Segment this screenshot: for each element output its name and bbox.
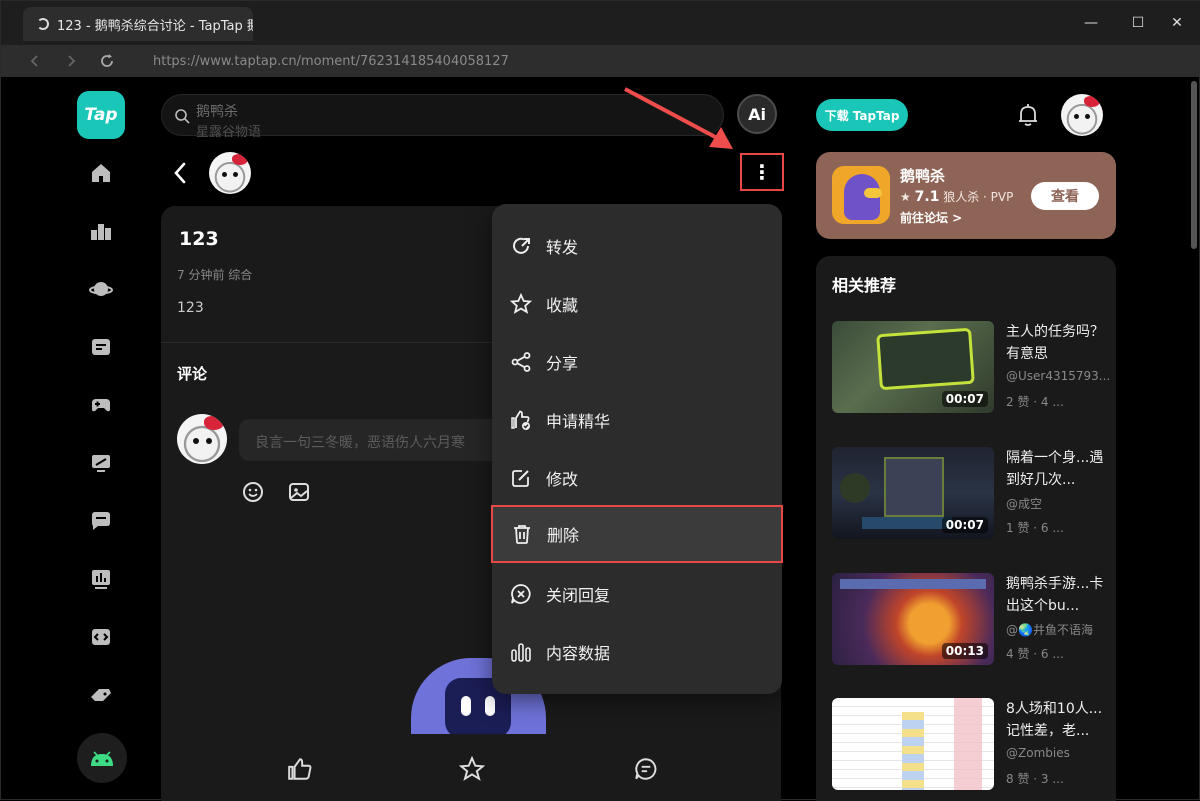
share-icon [511,352,531,372]
author-avatar[interactable] [209,152,251,194]
forward-nav-button[interactable] [53,45,89,77]
search-placeholder: 鹅鸭杀 [196,104,238,120]
reload-button[interactable] [89,45,125,77]
video-thumbnail: 00:07 [832,447,994,539]
back-arrow-icon[interactable] [169,159,193,187]
thumb-badge-icon [511,410,530,430]
taptap-logo[interactable]: Tap [77,91,125,139]
post-title: 123 [179,228,219,250]
more-options-menu: 转发 收藏 分享 申请精华 修改 删除 关闭回复 内容数据 [491,204,783,694]
list-item[interactable]: 8人场和10人...记性差，老... @Zombies 8 赞 · 3 ... [832,698,1112,790]
ai-assistant-button[interactable]: Ai [737,94,777,134]
post-body: 123 [177,300,204,316]
close-button[interactable]: ✕ [1154,1,1200,45]
url-field[interactable]: https://www.taptap.cn/moment/76231418540… [153,54,509,69]
download-taptap-button[interactable]: 下载 TapTap [816,99,908,131]
reload-icon [101,54,113,67]
comment-bubble-icon[interactable] [633,756,659,782]
bell-icon[interactable] [1017,103,1039,127]
bar-chart-icon [511,643,531,662]
recommendations-panel: 相关推荐 00:07 主人的任务吗？有意思 @User4315793... 2 … [816,256,1116,801]
profile-avatar[interactable] [1061,94,1103,136]
more-options-button[interactable]: ⋮ [740,153,784,191]
post-meta: 7 分钟前 综合 [177,268,253,282]
page-scrollbar[interactable] [1191,81,1197,249]
chat-icon[interactable] [89,509,113,533]
game-name: 鹅鸭杀 [900,167,946,185]
annotation-arrow-icon [624,87,733,149]
menu-item-apply-featured[interactable]: 申请精华 [492,391,782,449]
game-icon [832,166,890,224]
recommendations-title: 相关推荐 [832,276,897,295]
search-icon [175,109,190,124]
search-suggestion: 星露谷物语 [196,125,262,140]
menu-item-repost[interactable]: 转发 [492,217,782,275]
close-reply-icon [511,584,531,604]
android-download-button[interactable] [77,733,127,783]
chart-icon[interactable] [89,567,113,591]
android-icon [91,751,113,766]
forum-link[interactable]: 前往论坛 > [900,209,962,226]
menu-item-close-replies[interactable]: 关闭回复 [492,565,782,623]
like-icon[interactable] [287,756,313,782]
menu-item-edit[interactable]: 修改 [492,449,782,507]
action-bar [161,734,781,801]
list-item[interactable]: 00:13 鹅鸭杀手游...卡出这个bu... @🌏井鱼不语海 4 赞 · 6 … [832,573,1112,665]
browser-tab[interactable]: 123 - 鹅鸭杀综合讨论 - TapTap 鹅 [23,7,253,41]
menu-item-share[interactable]: 分享 [492,333,782,391]
tab-title: 123 - 鹅鸭杀综合讨论 - TapTap 鹅 [57,18,253,34]
emoji-icon[interactable] [242,481,264,503]
controller-icon[interactable] [89,683,113,707]
game-rating: ★ 7.1 狼人杀 · PVP [900,189,1014,205]
left-nav: Tap [61,77,143,801]
menu-item-content-stats[interactable]: 内容数据 [492,623,782,681]
trash-icon [514,525,530,544]
list-item[interactable]: 00:07 隔着一个身...遇到好几次... @成空 1 赞 · 6 ... [832,447,1112,539]
arrow-right-icon [68,55,76,67]
browser-window: 123 - 鹅鸭杀综合讨论 - TapTap 鹅 — ☐ ✕ https://w… [0,0,1200,801]
ranking-icon[interactable] [89,219,113,243]
minimize-button[interactable]: — [1068,1,1114,45]
kebab-icon: ⋮ [752,160,772,184]
loading-icon [37,18,49,30]
spreadsheet-thumbnail [832,698,994,790]
monitor-icon[interactable] [89,451,113,475]
user-avatar [177,414,227,464]
star-icon [510,293,532,314]
comments-heading: 评论 [177,365,208,383]
arrow-left-icon [30,55,38,67]
title-bar: 123 - 鹅鸭杀综合讨论 - TapTap 鹅 — ☐ ✕ [1,1,1200,45]
home-icon[interactable] [89,161,113,185]
address-bar: https://www.taptap.cn/moment/76231418540… [1,45,1200,77]
menu-item-favorite[interactable]: 收藏 [492,275,782,333]
edit-icon [512,470,529,487]
planet-icon[interactable] [89,277,113,301]
image-icon[interactable] [288,481,310,503]
gamepad-icon[interactable] [89,393,113,417]
view-game-button[interactable]: 查看 [1031,182,1099,210]
code-box-icon[interactable] [89,625,113,649]
star-rating-icon: ★ [900,190,911,204]
ticket-icon[interactable] [89,335,113,359]
back-nav-button[interactable] [17,45,53,77]
video-thumbnail: 00:07 [832,321,994,413]
game-card[interactable]: 鹅鸭杀 ★ 7.1 狼人杀 · PVP 前往论坛 > 查看 [816,152,1116,239]
menu-item-delete[interactable]: 删除 [491,505,783,563]
repost-icon [513,237,530,254]
video-thumbnail: 00:13 [832,573,994,665]
list-item[interactable]: 00:07 主人的任务吗？有意思 @User4315793... 2 赞 · 4… [832,321,1112,413]
favorite-star-icon[interactable] [459,756,485,782]
